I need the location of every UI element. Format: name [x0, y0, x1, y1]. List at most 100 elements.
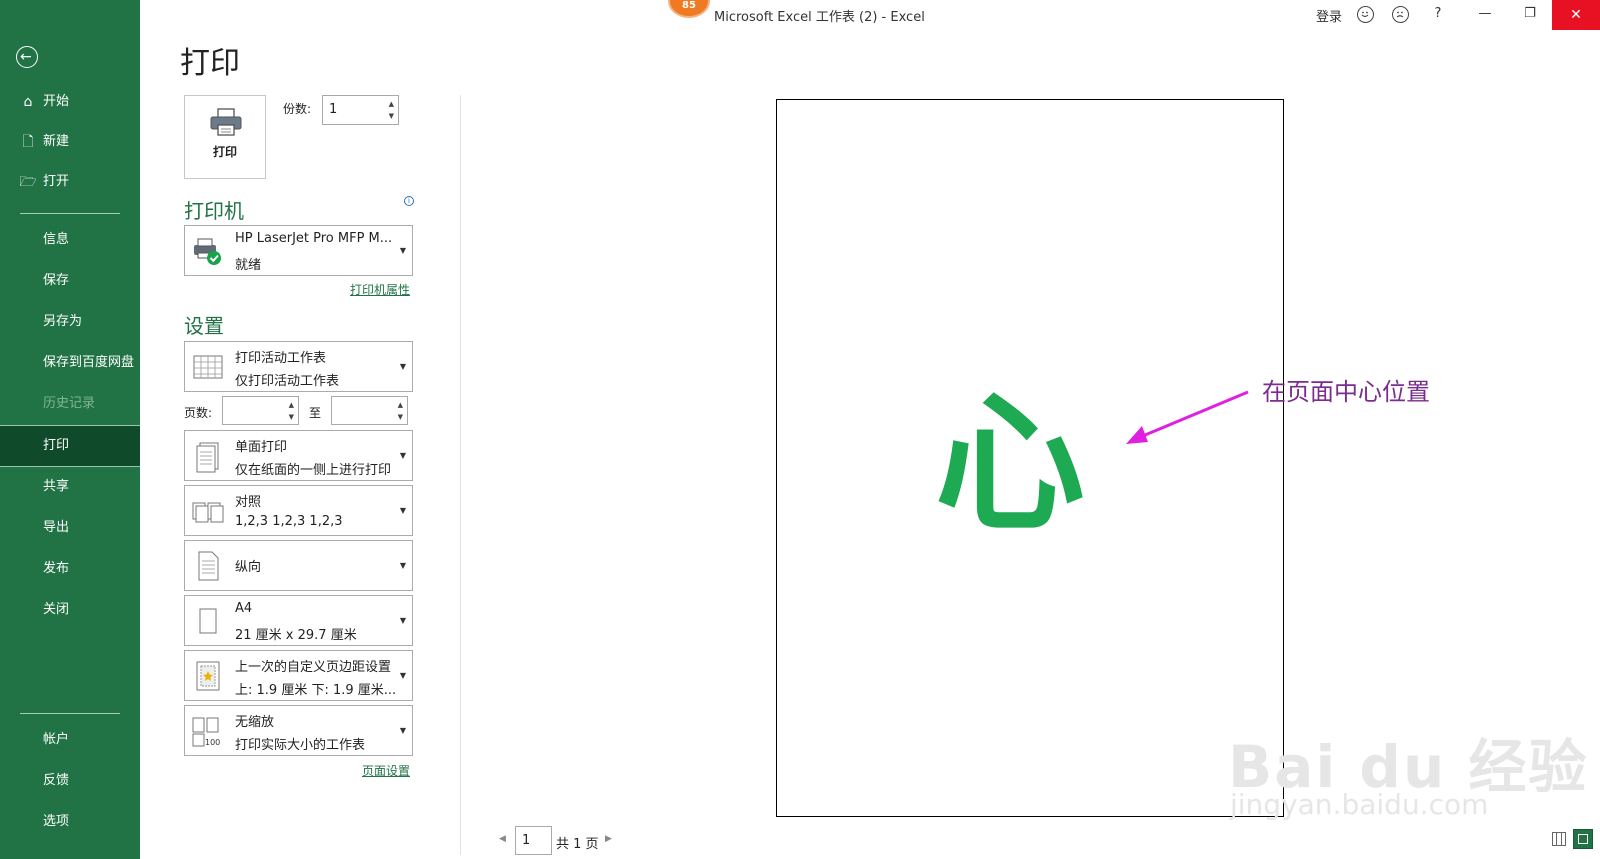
paper-size-desc: 21 厘米 x 29.7 厘米 [235, 628, 357, 643]
nav-save-as[interactable]: 另存为 [0, 302, 140, 342]
nav-account[interactable]: 帐户 [0, 720, 140, 760]
dropdown-caret-icon: ▼ [399, 506, 406, 515]
nav-close[interactable]: 关闭 [0, 590, 140, 630]
nav-save-label: 保存 [43, 273, 70, 288]
nav-options-label: 选项 [43, 814, 70, 829]
back-arrow-icon: ← [20, 49, 32, 65]
dropdown-caret-icon: ▼ [399, 561, 406, 570]
nav-home[interactable]: ⌂ 开始 [0, 82, 140, 122]
signin-link[interactable]: 登录 [1316, 6, 1342, 25]
spin-up-icon[interactable]: ▲ [389, 99, 394, 109]
orientation-select[interactable]: 纵向 ▼ [184, 540, 413, 591]
nav-history: 历史记录 [0, 384, 140, 424]
score-badge: 85 [668, 0, 710, 18]
pages-to-input[interactable]: ▲ ▼ [331, 396, 408, 425]
nav-new[interactable]: 🗋 新建 [0, 122, 140, 162]
show-margins-icon[interactable] [1552, 832, 1566, 846]
smile-feedback-icon[interactable] [1357, 6, 1374, 23]
printer-select[interactable]: HP LaserJet Pro MFP M... 就绪 ▼ [184, 225, 413, 276]
frown-feedback-icon[interactable] [1392, 6, 1409, 23]
no-scaling-icon: 100 [192, 717, 220, 747]
page-setup-link[interactable]: 页面设置 [362, 762, 410, 779]
nav-save[interactable]: 保存 [0, 261, 140, 301]
help-button[interactable]: ? [1418, 6, 1458, 21]
minimize-button[interactable]: — [1465, 6, 1505, 21]
collate-desc: 1,2,3 1,2,3 1,2,3 [235, 514, 343, 529]
paper-size-title: A4 [235, 601, 253, 616]
sides-select[interactable]: 单面打印 仅在纸面的一侧上进行打印 ▼ [184, 430, 413, 481]
nav-publish[interactable]: 发布 [0, 549, 140, 589]
nav-export[interactable]: 导出 [0, 508, 140, 548]
printer-properties-link[interactable]: 打印机属性 [350, 281, 410, 298]
next-page-icon[interactable]: ▶ [605, 834, 612, 844]
nav-share[interactable]: 共享 [0, 467, 140, 507]
scaling-desc: 打印实际大小的工作表 [235, 738, 366, 753]
back-button[interactable]: ← [16, 46, 38, 68]
printer-status: 就绪 [235, 258, 262, 273]
print-button-label: 打印 [212, 145, 237, 159]
print-what-select[interactable]: 打印活动工作表 仅打印活动工作表 ▼ [184, 341, 413, 392]
backstage-sidebar: ← ⌂ 开始 🗋 新建 🗁 打开 信息 保存 另存为 保存到百度网盘 历史记录 打印 … [0, 0, 140, 859]
nav-print[interactable]: 打印 [0, 425, 140, 467]
nav-save-baidu[interactable]: 保存到百度网盘 [0, 343, 140, 383]
spin-down-icon[interactable]: ▼ [398, 412, 403, 422]
dropdown-caret-icon: ▼ [399, 671, 406, 680]
sidebar-divider [20, 213, 120, 214]
copies-value: 1 [329, 102, 338, 117]
nav-open[interactable]: 🗁 打开 [0, 162, 140, 202]
copies-input[interactable]: 1 ▲ ▼ [322, 95, 399, 125]
panel-divider [460, 95, 461, 855]
portrait-page-icon [198, 551, 219, 581]
nav-save-as-label: 另存为 [43, 314, 83, 329]
new-document-icon: 🗋 [22, 134, 34, 150]
spin-down-icon[interactable]: ▼ [289, 412, 294, 422]
dropdown-caret-icon: ▼ [399, 726, 406, 735]
print-button[interactable]: 打印 [184, 95, 266, 179]
dropdown-caret-icon: ▼ [399, 451, 406, 460]
nav-open-label: 打开 [43, 174, 70, 189]
nav-info-label: 信息 [43, 232, 70, 247]
dropdown-caret-icon: ▼ [399, 246, 406, 255]
scaling-select[interactable]: 100 无缩放 打印实际大小的工作表 ▼ [184, 705, 413, 756]
nav-options[interactable]: 选项 [0, 802, 140, 842]
preview-content-character: 心 [935, 378, 1086, 552]
margins-select[interactable]: 上一次的自定义页边距设置 上: 1.9 厘米 下: 1.9 厘米... ▼ [184, 650, 413, 701]
sidebar-divider-bottom [20, 713, 120, 714]
nav-feedback[interactable]: 反馈 [0, 761, 140, 801]
printer-ready-icon [194, 238, 221, 265]
open-folder-icon: 🗁 [19, 174, 37, 190]
score-badge-value: 85 [682, 0, 696, 11]
custom-margins-icon [196, 661, 220, 691]
current-page-value: 1 [522, 833, 531, 848]
settings-heading: 设置 [184, 314, 224, 338]
nav-info[interactable]: 信息 [0, 220, 140, 260]
restore-button[interactable]: ❐ [1510, 6, 1550, 21]
annotation-arrow-icon [1126, 390, 1249, 444]
margins-title: 上一次的自定义页边距设置 [235, 660, 392, 675]
current-page-input[interactable]: 1 [515, 826, 552, 855]
print-what-title: 打印活动工作表 [235, 351, 327, 366]
home-icon: ⌂ [23, 94, 33, 110]
single-sided-icon [196, 442, 219, 473]
close-window-button[interactable]: ✕ [1552, 0, 1600, 30]
printer-name: HP LaserJet Pro MFP M... [235, 231, 393, 246]
previous-page-icon[interactable]: ◀ [499, 834, 506, 844]
info-icon[interactable]: i [404, 196, 414, 206]
total-pages: 共 1 页 [556, 837, 599, 852]
printer-icon [210, 108, 242, 136]
spin-up-icon[interactable]: ▲ [398, 400, 403, 410]
margins-desc: 上: 1.9 厘米 下: 1.9 厘米... [235, 683, 397, 698]
dropdown-caret-icon: ▼ [399, 362, 406, 371]
collate-select[interactable]: 对照 1,2,3 1,2,3 1,2,3 ▼ [184, 485, 413, 536]
window-title: Microsoft Excel 工作表 (2) - Excel [714, 10, 925, 25]
copies-label: 份数: [283, 102, 312, 116]
spin-up-icon[interactable]: ▲ [289, 400, 294, 410]
paper-size-select[interactable]: A4 21 厘米 x 29.7 厘米 ▼ [184, 595, 413, 646]
pages-from-input[interactable]: ▲ ▼ [222, 396, 299, 425]
zoom-to-page-icon[interactable] [1573, 829, 1593, 849]
nav-export-label: 导出 [43, 520, 70, 535]
nav-feedback-label: 反馈 [43, 773, 70, 788]
nav-history-label: 历史记录 [43, 396, 96, 411]
paper-size-icon [199, 608, 217, 634]
spin-down-icon[interactable]: ▼ [389, 111, 394, 121]
